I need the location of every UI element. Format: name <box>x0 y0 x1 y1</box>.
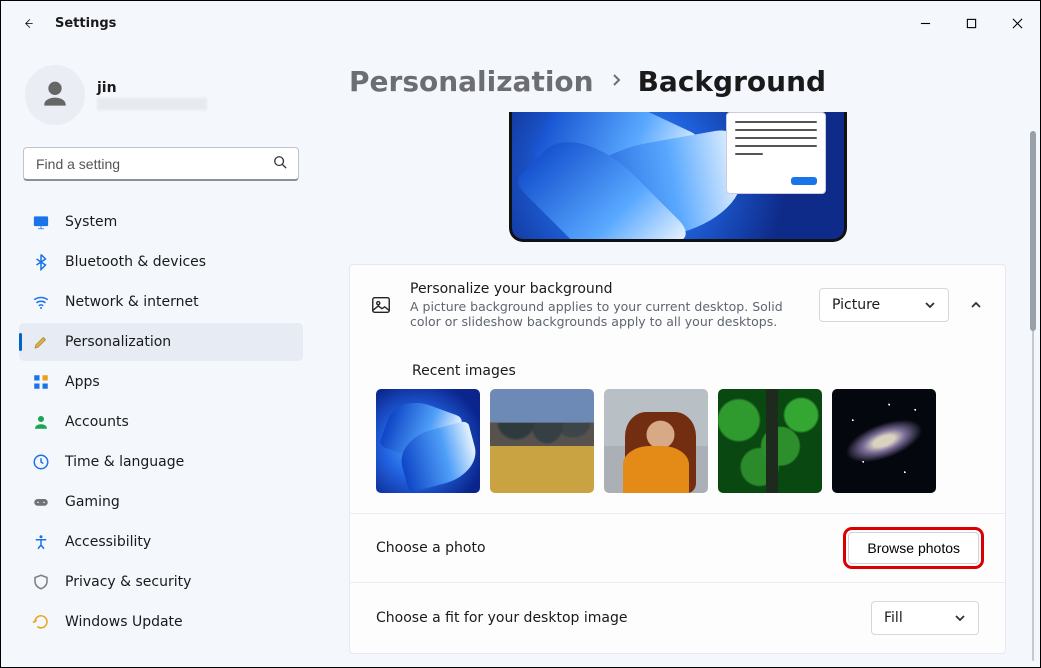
breadcrumb-parent[interactable]: Personalization <box>349 65 594 98</box>
picture-icon <box>368 292 394 318</box>
monitor-icon <box>31 212 51 232</box>
sidebar-item-apps[interactable]: Apps <box>19 363 303 401</box>
sidebar-item-network[interactable]: Network & internet <box>19 283 303 321</box>
recent-image-thumb[interactable] <box>604 389 708 493</box>
sidebar-nav: System Bluetooth & devices Network & int… <box>19 203 303 641</box>
account-icon <box>31 412 51 432</box>
personalize-background-card: Personalize your background A picture ba… <box>349 264 1006 654</box>
sidebar: jin System Bluetooth & devices Network &… <box>1 45 321 667</box>
search-icon <box>273 155 287 173</box>
maximize-icon <box>966 18 977 29</box>
desktop-preview <box>349 112 1006 242</box>
fit-select[interactable]: Fill <box>871 601 979 635</box>
sidebar-item-bluetooth[interactable]: Bluetooth & devices <box>19 243 303 281</box>
sidebar-item-gaming[interactable]: Gaming <box>19 483 303 521</box>
sidebar-item-label: Network & internet <box>65 294 199 310</box>
sidebar-item-windows-update[interactable]: Windows Update <box>19 603 303 641</box>
chevron-right-icon <box>610 74 622 90</box>
back-button[interactable] <box>19 14 37 32</box>
sidebar-item-system[interactable]: System <box>19 203 303 241</box>
title-bar: Settings <box>1 1 1040 45</box>
sidebar-item-label: Windows Update <box>65 614 183 630</box>
sidebar-item-accounts[interactable]: Accounts <box>19 403 303 441</box>
sidebar-item-label: Time & language <box>65 454 184 470</box>
sidebar-item-time[interactable]: Time & language <box>19 443 303 481</box>
sidebar-item-label: Bluetooth & devices <box>65 254 206 270</box>
select-value: Picture <box>832 297 880 313</box>
accessibility-icon <box>31 532 51 552</box>
background-type-select[interactable]: Picture <box>819 288 949 322</box>
sidebar-item-accessibility[interactable]: Accessibility <box>19 523 303 561</box>
choose-fit-row: Choose a fit for your desktop image Fill <box>350 582 1005 653</box>
scrollbar-thumb[interactable] <box>1030 131 1036 331</box>
collapse-button[interactable] <box>965 294 987 316</box>
chevron-up-icon <box>970 299 982 311</box>
sidebar-item-label: Apps <box>65 374 100 390</box>
apps-icon <box>31 372 51 392</box>
sidebar-item-label: Gaming <box>65 494 120 510</box>
recent-images-heading: Recent images <box>350 349 1005 389</box>
search-input[interactable] <box>23 147 299 181</box>
browse-photos-button[interactable]: Browse photos <box>848 532 979 564</box>
breadcrumb: Personalization Background <box>349 65 1006 98</box>
sidebar-item-personalization[interactable]: Personalization <box>19 323 303 361</box>
recent-image-thumb[interactable] <box>490 389 594 493</box>
user-card[interactable]: jin <box>19 59 303 137</box>
select-value: Fill <box>884 610 903 626</box>
sidebar-item-label: Personalization <box>65 334 171 350</box>
personalize-row-title: Personalize your background <box>410 281 803 297</box>
window-maximize-button[interactable] <box>948 1 994 45</box>
recent-images-row <box>350 389 1005 513</box>
sidebar-item-privacy[interactable]: Privacy & security <box>19 563 303 601</box>
paintbrush-icon <box>31 332 51 352</box>
choose-photo-row: Choose a photo Browse photos <box>350 513 1005 582</box>
window-close-button[interactable] <box>994 1 1040 45</box>
preview-window-graphic <box>726 112 826 194</box>
chevron-down-icon <box>954 612 966 624</box>
wifi-icon <box>31 292 51 312</box>
choose-photo-label: Choose a photo <box>376 540 486 556</box>
recent-image-thumb[interactable] <box>376 389 480 493</box>
update-icon <box>31 612 51 632</box>
avatar <box>25 65 85 125</box>
breadcrumb-current: Background <box>638 65 826 98</box>
choose-fit-label: Choose a fit for your desktop image <box>376 610 627 626</box>
minimize-icon <box>920 18 931 29</box>
personalize-row-subtitle: A picture background applies to your cur… <box>410 299 803 329</box>
bluetooth-icon <box>31 252 51 272</box>
desktop-preview-monitor <box>509 112 847 242</box>
recent-image-thumb[interactable] <box>832 389 936 493</box>
shield-icon <box>31 572 51 592</box>
user-email-blurred <box>97 98 207 110</box>
window-minimize-button[interactable] <box>902 1 948 45</box>
person-icon <box>39 79 71 111</box>
clock-globe-icon <box>31 452 51 472</box>
main-content: Personalization Background <box>321 45 1040 667</box>
sidebar-item-label: Accounts <box>65 414 129 430</box>
sidebar-item-label: System <box>65 214 117 230</box>
app-title: Settings <box>55 16 116 31</box>
sidebar-item-label: Privacy & security <box>65 574 191 590</box>
chevron-down-icon <box>924 299 936 311</box>
recent-image-thumb[interactable] <box>718 389 822 493</box>
gamepad-icon <box>31 492 51 512</box>
back-arrow-icon <box>23 18 34 29</box>
close-icon <box>1012 18 1023 29</box>
user-name: jin <box>97 80 207 96</box>
sidebar-item-label: Accessibility <box>65 534 151 550</box>
